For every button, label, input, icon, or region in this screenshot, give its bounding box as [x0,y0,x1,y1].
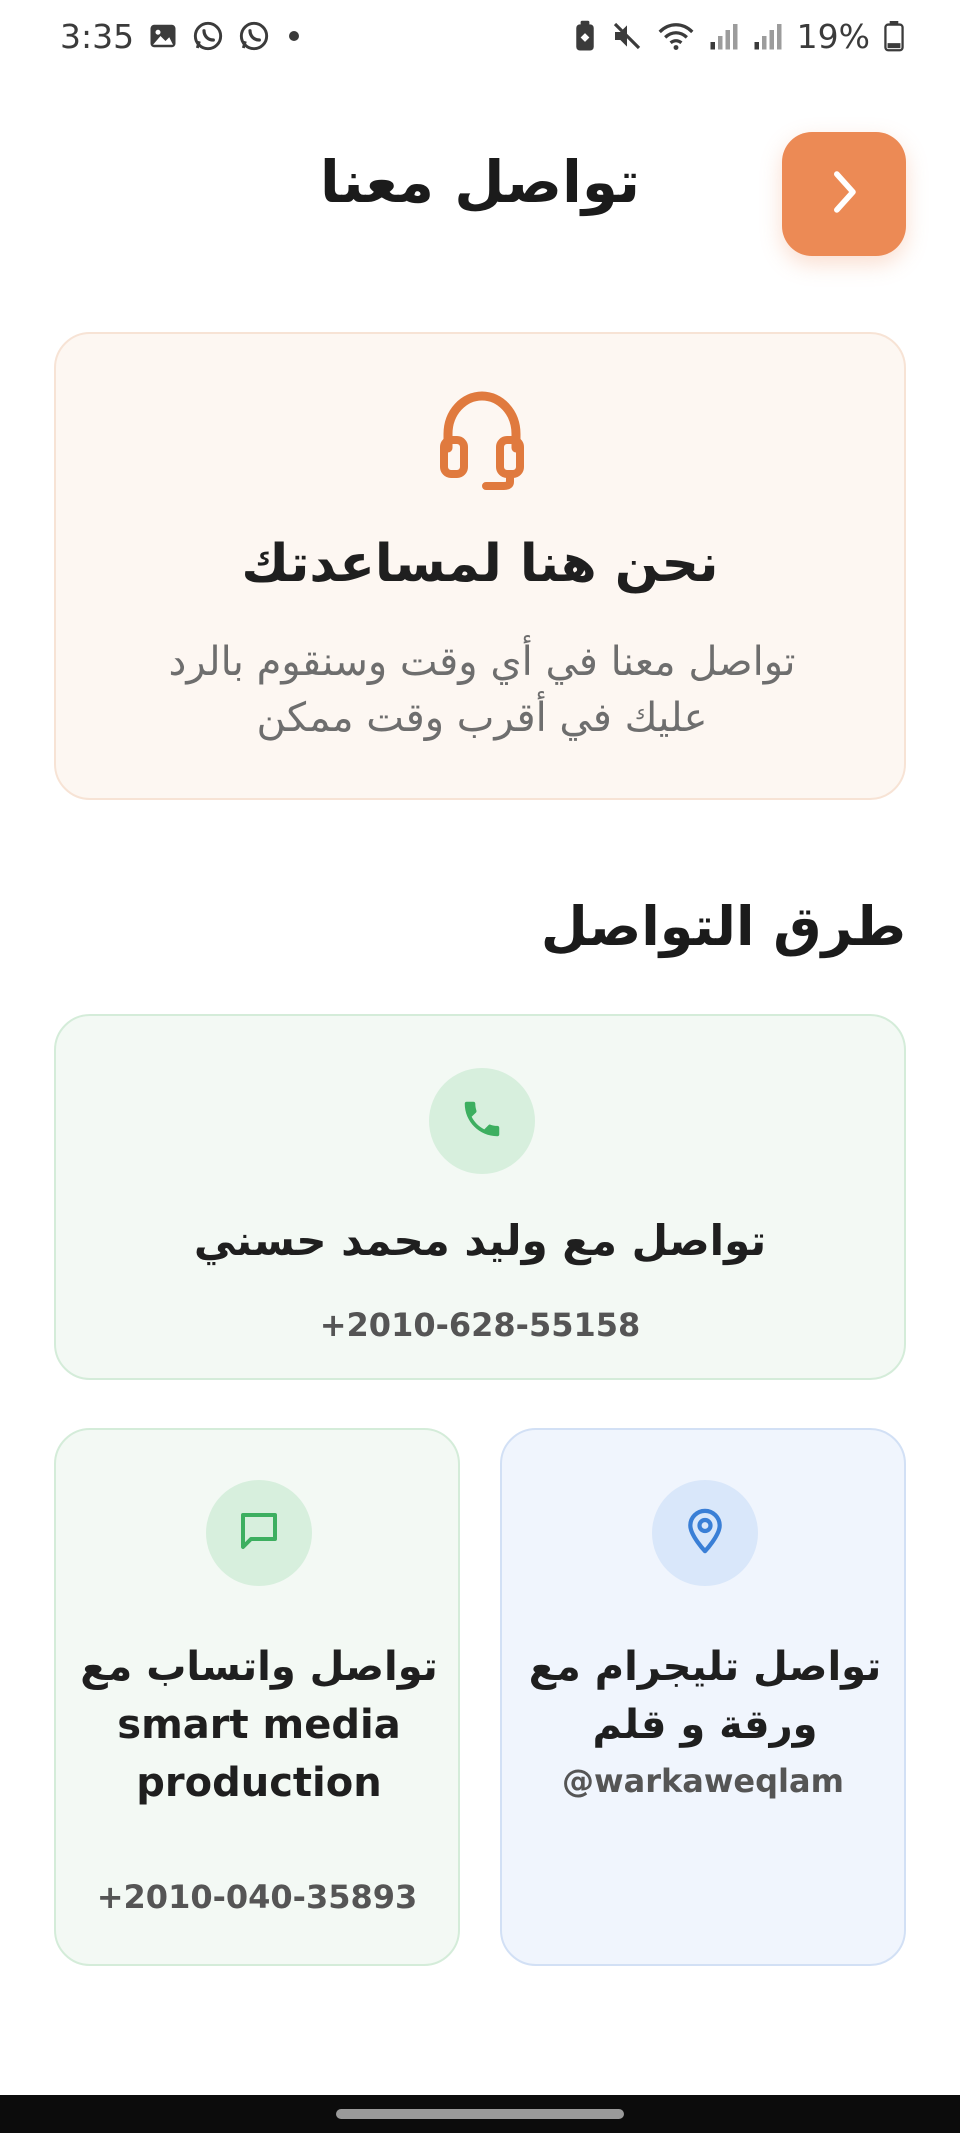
whatsapp-icon [238,20,270,52]
telegram-contact-card[interactable]: تواصل تليجرام مع ورقة و قلم @warkaweqlam [500,1428,906,1966]
whatsapp-contact-card[interactable]: تواصل واتساب مع smart media production +… [54,1428,460,1966]
help-text: تواصل معنا في أي وقت وسنقوم بالرد عليك ف… [168,639,796,741]
battery-icon [884,20,904,52]
status-time: 3:35 [60,16,135,56]
location-pin-icon [683,1507,727,1559]
dot-icon [284,26,304,46]
help-title: نحن هنا لمساعدتك [241,534,719,594]
phone-icon [459,1096,505,1146]
chat-icon [235,1507,283,1559]
navigation-bar [0,2095,960,2133]
whatsapp-icon [192,20,224,52]
headset-icon [440,390,524,490]
battery-percentage: 19% [796,16,870,56]
whatsapp-card-title: تواصل واتساب مع smart media production [76,1638,442,1812]
home-indicator[interactable] [336,2109,624,2119]
whatsapp-title-arabic: تواصل واتساب مع [80,1644,438,1690]
whatsapp-title-name: smart media production [117,1702,401,1806]
battery-saver-icon [573,20,597,52]
image-icon [148,21,178,51]
phone-contact-card[interactable]: تواصل مع وليد محمد حسني +2010-628-55158 [54,1014,906,1380]
help-card: نحن هنا لمساعدتك تواصل معنا في أي وقت وس… [54,332,906,800]
telegram-card-title: تواصل تليجرام مع ورقة و قلم [528,1644,882,1748]
chat-icon-circle [206,1480,312,1586]
telegram-handle: @warkaweqlam [562,1762,844,1800]
mute-icon [611,20,643,52]
status-left: 3:35 [60,17,304,56]
phone-icon-circle [429,1068,535,1174]
status-bar: 3:35 19% [0,0,960,72]
section-title: طرق التواصل [540,895,906,958]
whatsapp-number: +2010-040-35893 [96,1878,418,1916]
phone-number: +2010-628-55158 [319,1306,641,1344]
signal-icon [709,21,739,51]
signal-icon [753,21,783,51]
location-icon-circle [652,1480,758,1586]
status-right: 19% [573,17,904,56]
page-title: تواصل معنا [319,148,641,216]
phone-card-title: تواصل مع وليد محمد حسني [193,1216,767,1265]
wifi-icon [657,20,695,52]
